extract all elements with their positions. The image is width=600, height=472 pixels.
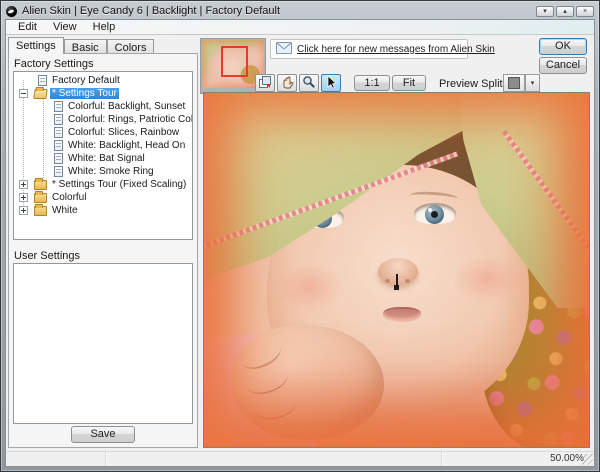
- user-settings-label: User Settings: [14, 250, 81, 262]
- factory-settings-label: Factory Settings: [14, 58, 94, 70]
- folder-icon: [34, 178, 47, 190]
- tree-item-white-folder[interactable]: White: [14, 204, 192, 217]
- tree-item-label: * Settings Tour: [50, 88, 119, 99]
- document-icon: [54, 101, 63, 112]
- photo-nostril: [385, 279, 390, 283]
- effect-center-pin[interactable]: [394, 274, 399, 290]
- message-bar: Click here for new messages from Alien S…: [270, 39, 495, 59]
- document-icon: [54, 140, 63, 151]
- new-messages-link[interactable]: Click here for new messages from Alien S…: [297, 44, 495, 55]
- save-button[interactable]: Save: [71, 426, 135, 443]
- status-zoom-level: 50.00%: [550, 453, 584, 464]
- split-none-icon: [508, 77, 520, 89]
- menu-edit[interactable]: Edit: [11, 20, 44, 34]
- dialog-client-area: Edit View Help Settings Basic Colors Fac…: [5, 19, 595, 467]
- tree-item-label: Colorful: Slices, Rainbow: [68, 127, 180, 138]
- hand-icon: [280, 75, 294, 92]
- tree-item-colorful-slices[interactable]: Colorful: Slices, Rainbow: [14, 126, 192, 139]
- window-controls: ▾ ▴ ×: [536, 5, 594, 17]
- tree-item-white-smoke-ring[interactable]: White: Smoke Ring: [14, 165, 192, 178]
- photo-nose: [378, 258, 418, 286]
- tree-item-label: White: Smoke Ring: [68, 166, 154, 177]
- preview-split-arrow[interactable]: ▾: [525, 74, 540, 92]
- folder-icon: [34, 191, 47, 203]
- preview-photo: [204, 93, 589, 447]
- preview-pane[interactable]: [203, 92, 590, 448]
- zoom-fit-button[interactable]: Fit: [392, 75, 426, 91]
- expand-icon[interactable]: [19, 206, 28, 215]
- user-settings-list[interactable]: [13, 263, 193, 424]
- ok-button[interactable]: OK: [539, 38, 587, 55]
- tab-strip: Settings Basic Colors: [8, 37, 155, 54]
- status-cell: [106, 452, 442, 466]
- thumbnail-view-rectangle[interactable]: [221, 46, 248, 77]
- compare-original-icon: [258, 75, 272, 92]
- tree-item-label: White: Backlight, Head On: [68, 140, 186, 151]
- tab-basic[interactable]: Basic: [63, 39, 107, 54]
- preview-split-label: Preview Split:: [439, 78, 506, 90]
- tree-item-label: White: [52, 205, 78, 216]
- photo-cheek: [274, 263, 344, 311]
- tree-item-white-backlight[interactable]: White: Backlight, Head On: [14, 139, 192, 152]
- collapse-icon[interactable]: [19, 89, 28, 98]
- document-icon: [54, 153, 63, 164]
- settings-tab-page: Factory Settings Factory Default * Setti…: [8, 53, 198, 448]
- cancel-button[interactable]: Cancel: [539, 57, 587, 74]
- tree-item-label: * Settings Tour (Fixed Scaling): [52, 179, 187, 190]
- tree-item-label: Colorful: Backlight, Sunset: [68, 101, 186, 112]
- document-icon: [38, 75, 47, 86]
- zoom-1to1-button[interactable]: 1:1: [354, 75, 390, 91]
- unshade-button[interactable]: ▴: [556, 5, 574, 17]
- tree-item-colorful-backlight-sunset[interactable]: Colorful: Backlight, Sunset: [14, 100, 192, 113]
- tree-item-label: Factory Default: [52, 75, 120, 86]
- document-icon: [54, 114, 63, 125]
- cursor-arrow-icon: [324, 74, 338, 92]
- tree-item-settings-tour[interactable]: * Settings Tour: [14, 87, 192, 100]
- resize-grip[interactable]: [582, 454, 593, 465]
- shade-button[interactable]: ▾: [536, 5, 554, 17]
- tree-item-colorful-rings[interactable]: Colorful: Rings, Patriotic Colors: [14, 113, 192, 126]
- photo-cheek: [452, 255, 522, 303]
- tree-item-white-bat-signal[interactable]: White: Bat Signal: [14, 152, 192, 165]
- tree-item-factory-default[interactable]: Factory Default: [14, 74, 192, 87]
- expand-icon[interactable]: [19, 180, 28, 189]
- status-bar: 50.00%: [6, 451, 594, 466]
- envelope-icon: [276, 41, 292, 57]
- tree-item-label: Colorful: Rings, Patriotic Colors: [68, 114, 193, 125]
- titlebar[interactable]: Alien Skin | Eye Candy 6 | Backlight | F…: [6, 4, 594, 18]
- plugin-window: Alien Skin | Eye Candy 6 | Backlight | F…: [0, 0, 600, 472]
- tree-item-colorful-folder[interactable]: Colorful: [14, 191, 192, 204]
- photo-nostril: [405, 279, 410, 283]
- menu-bar: Edit View Help: [6, 20, 594, 35]
- compare-original-button[interactable]: [255, 74, 275, 92]
- photo-eye: [414, 203, 456, 224]
- menu-help[interactable]: Help: [86, 20, 123, 34]
- photo-baby-fist: [232, 325, 384, 440]
- alien-skin-logo-icon: [6, 5, 17, 17]
- expand-icon[interactable]: [19, 193, 28, 202]
- close-button[interactable]: ×: [576, 5, 594, 17]
- document-icon: [54, 166, 63, 177]
- folder-icon: [34, 204, 47, 216]
- tree-item-settings-tour-fixed[interactable]: * Settings Tour (Fixed Scaling): [14, 178, 192, 191]
- tree-item-label: Colorful: [52, 192, 87, 203]
- status-cell: [6, 452, 106, 466]
- document-icon: [54, 127, 63, 138]
- photo-mouth: [383, 307, 421, 322]
- tab-colors[interactable]: Colors: [106, 39, 155, 54]
- magnifier-icon: [302, 75, 316, 92]
- arrow-tool-button[interactable]: [321, 74, 341, 92]
- window-title: Alien Skin | Eye Candy 6 | Backlight | F…: [22, 5, 281, 17]
- pan-tool-button[interactable]: [277, 74, 297, 92]
- open-folder-icon: [33, 89, 48, 99]
- preview-split-dropdown[interactable]: [503, 74, 525, 92]
- zoom-tool-button[interactable]: [299, 74, 319, 92]
- tab-settings[interactable]: Settings: [8, 37, 64, 54]
- photo-iris: [425, 205, 444, 224]
- menu-view[interactable]: View: [46, 20, 84, 34]
- factory-settings-tree[interactable]: Factory Default * Settings Tour Colorful…: [13, 71, 193, 240]
- tree-item-label: White: Bat Signal: [68, 153, 145, 164]
- photo-finger: [251, 390, 299, 424]
